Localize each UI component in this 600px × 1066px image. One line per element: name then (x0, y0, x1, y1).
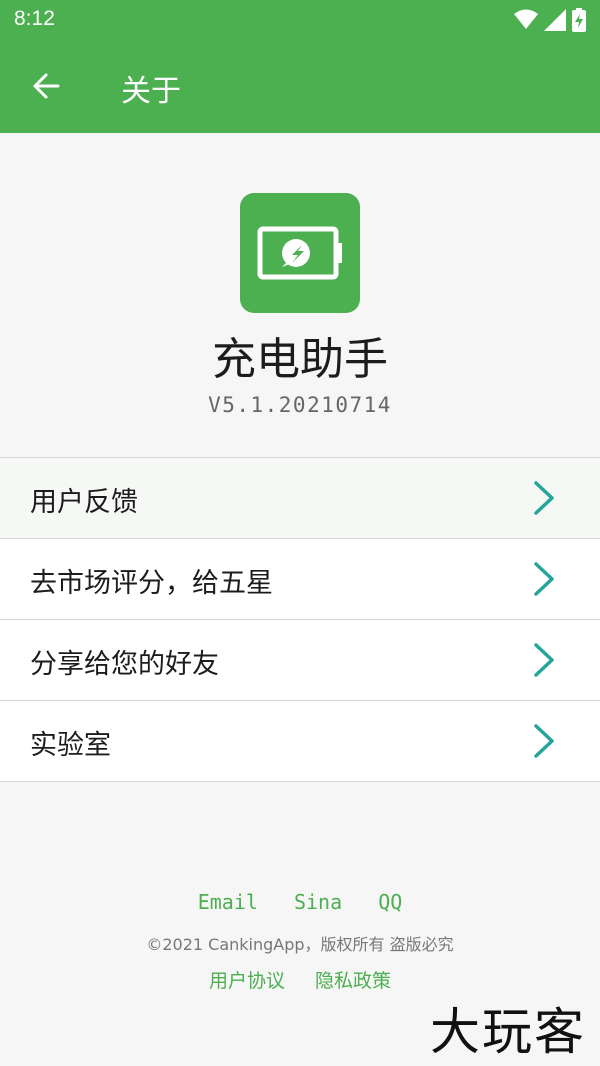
app-name: 充电助手 (212, 334, 388, 385)
arrow-back-icon (33, 73, 60, 99)
app-bar: 关于 (0, 40, 600, 133)
privacy-policy-link[interactable]: 隐私政策 (315, 970, 391, 992)
policy-links: 用户协议 隐私政策 (0, 966, 600, 993)
wifi-icon (514, 9, 538, 29)
copyright-text: ©2021 CankingApp，版权所有 盗版必究 (146, 935, 454, 954)
battery-logo-icon (257, 226, 342, 280)
menu-item-label: 分享给您的好友 (30, 649, 219, 680)
menu-item-share[interactable]: 分享给您的好友 (0, 620, 600, 701)
menu-item-lab[interactable]: 实验室 (0, 701, 600, 782)
app-info: 充电助手 V5.1.20210714 (0, 133, 600, 457)
footer-links: Email Sina QQ (0, 890, 600, 914)
email-link[interactable]: Email (198, 890, 258, 914)
menu-item-label: 实验室 (30, 730, 111, 761)
status-bar: 8:12 (0, 0, 600, 40)
app-logo (240, 193, 360, 313)
menu-item-feedback[interactable]: 用户反馈 (0, 458, 600, 539)
qq-link[interactable]: QQ (378, 890, 402, 914)
back-button[interactable] (22, 62, 70, 110)
status-time: 8:12 (14, 7, 55, 30)
battery-charging-icon (572, 8, 586, 32)
menu-item-label: 去市场评分，给五星 (30, 568, 273, 599)
chevron-right-icon (534, 643, 554, 677)
page-title: 关于 (121, 74, 181, 109)
signal-icon (544, 9, 566, 31)
status-icons (514, 8, 586, 32)
settings-menu: 用户反馈 去市场评分，给五星 分享给您的好友 实验室 (0, 457, 600, 782)
menu-item-rate[interactable]: 去市场评分，给五星 (0, 539, 600, 620)
chevron-right-icon (534, 481, 554, 515)
menu-item-label: 用户反馈 (30, 487, 138, 518)
chevron-right-icon (534, 562, 554, 596)
app-version: V5.1.20210714 (208, 393, 392, 417)
chevron-right-icon (534, 724, 554, 758)
user-agreement-link[interactable]: 用户协议 (209, 970, 285, 992)
watermark: 大玩客 (430, 1003, 586, 1061)
sina-link[interactable]: Sina (294, 890, 342, 914)
